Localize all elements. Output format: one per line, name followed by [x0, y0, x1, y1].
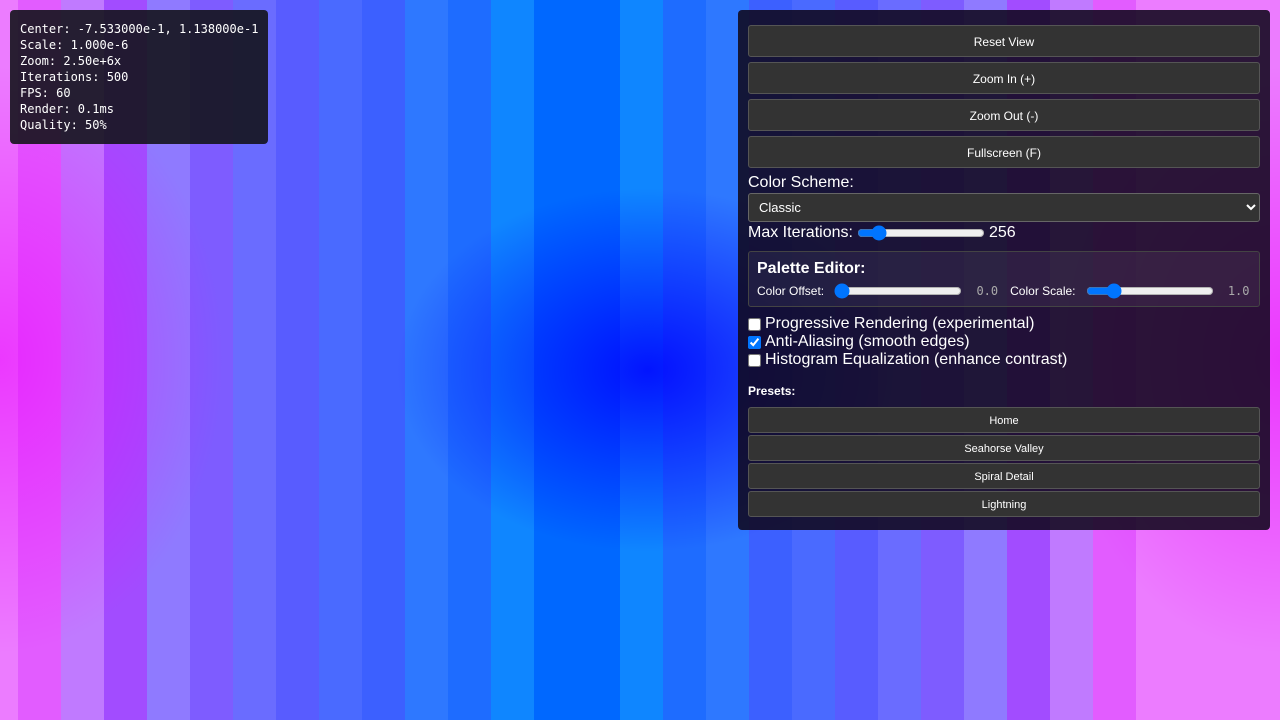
info-scale: Scale: 1.000e-6: [20, 38, 129, 52]
color-scale-value: 1.0: [1227, 284, 1250, 298]
zoom-out-button[interactable]: Zoom Out (-): [748, 99, 1260, 131]
histogram-equalization-checkbox[interactable]: [748, 353, 761, 367]
zoom-in-button[interactable]: Zoom In (+): [748, 62, 1260, 94]
fullscreen-button[interactable]: Fullscreen (F): [748, 136, 1260, 168]
anti-aliasing-label: Anti-Aliasing (smooth edges): [765, 333, 970, 350]
preset-seahorse-valley-button[interactable]: Seahorse Valley: [748, 435, 1260, 461]
anti-aliasing-checkbox[interactable]: [748, 335, 761, 349]
reset-view-button[interactable]: Reset View: [748, 25, 1260, 57]
max-iterations-label: Max Iterations:: [748, 224, 853, 241]
color-scheme-label: Color Scheme:: [748, 174, 854, 191]
info-zoom: Zoom: 2.50e+6x: [20, 54, 122, 68]
info-fps: FPS: 60: [20, 86, 71, 100]
max-iterations-row: Max Iterations: 256: [748, 223, 1260, 243]
color-scale-label: Color Scale:: [1010, 284, 1076, 298]
progressive-rendering-checkbox[interactable]: [748, 317, 761, 331]
info-render: Render: 0.1ms: [20, 102, 114, 116]
color-scale-slider[interactable]: [1085, 283, 1214, 299]
info-quality: Quality: 50%: [20, 118, 107, 132]
histogram-equalization-option[interactable]: Histogram Equalization (enhance contrast…: [748, 351, 1260, 369]
render-options: Progressive Rendering (experimental) Ant…: [748, 315, 1260, 369]
preset-lightning-button[interactable]: Lightning: [748, 491, 1260, 517]
color-offset-label: Color Offset:: [757, 284, 825, 298]
color-offset-slider[interactable]: [834, 283, 963, 299]
palette-editor-title: Palette Editor:: [757, 260, 866, 277]
max-iterations-slider[interactable]: [856, 225, 985, 241]
palette-controls-row: Color Offset: 0.0 Color Scale: 1.0: [757, 281, 1251, 301]
histogram-equalization-label: Histogram Equalization (enhance contrast…: [765, 351, 1068, 368]
progressive-rendering-label: Progressive Rendering (experimental): [765, 315, 1035, 332]
info-iterations: Iterations: 500: [20, 70, 129, 84]
preset-spiral-detail-button[interactable]: Spiral Detail: [748, 463, 1260, 489]
palette-editor: Palette Editor: Color Offset: 0.0 Color …: [748, 251, 1260, 307]
max-iterations-value: 256: [988, 224, 1016, 241]
color-scheme-select[interactable]: Classic: [748, 193, 1260, 222]
progressive-rendering-option[interactable]: Progressive Rendering (experimental): [748, 315, 1260, 333]
info-center: Center: -7.533000e-1, 1.138000e-1: [20, 22, 259, 36]
presets-label: Presets:: [748, 384, 796, 398]
preset-home-button[interactable]: Home: [748, 407, 1260, 433]
color-offset-value: 0.0: [976, 284, 999, 298]
anti-aliasing-option[interactable]: Anti-Aliasing (smooth edges): [748, 333, 1260, 351]
control-panel: Reset View Zoom In (+) Zoom Out (-) Full…: [738, 10, 1270, 530]
info-panel: Center: -7.533000e-1, 1.138000e-1 Scale:…: [10, 10, 268, 144]
